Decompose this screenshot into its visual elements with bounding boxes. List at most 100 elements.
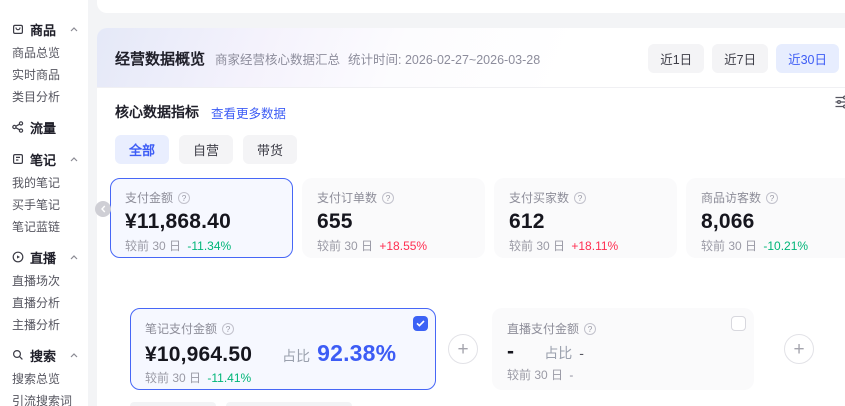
help-icon[interactable]: ? <box>766 192 778 204</box>
sidebar-group-notes-header[interactable]: 笔记 <box>0 146 88 172</box>
range-1d-button[interactable]: 近1日 <box>648 44 704 73</box>
legend-pill-note-payment-amount[interactable]: 笔记支付金额 ✕ <box>226 402 352 406</box>
notes-icon <box>11 152 25 166</box>
sidebar-item-realtime-goods[interactable]: 实时商品 <box>0 64 88 86</box>
scope-tabs: 全部 自营 带货 <box>97 122 845 164</box>
sidebar-item-buyer-notes[interactable]: 买手笔记 <box>0 194 88 216</box>
delta-label: 较前 30 日 <box>317 239 373 253</box>
sidebar-group-label: 流量 <box>30 118 56 137</box>
help-icon[interactable]: ? <box>584 323 596 335</box>
tab-affiliate[interactable]: 带货 <box>243 135 297 164</box>
metric-label: 商品访客数 <box>701 189 761 206</box>
delta-value: -10.21% <box>763 239 808 253</box>
sidebar-group-goods: 商品 商品总览 实时商品 类目分析 <box>0 16 88 108</box>
metric-value: 8,066 <box>701 210 845 234</box>
checkbox-unchecked[interactable] <box>731 316 746 331</box>
sidebar-group-search: 搜索 搜索总览 引流搜索词 <box>0 342 88 406</box>
add-metric-button[interactable]: + <box>784 334 814 364</box>
sidebar-group-goods-header[interactable]: 商品 <box>0 16 88 42</box>
breakdown-card-live-payment[interactable]: 直播支付金额 ? - 占比 - 较前 30 日 - <box>492 308 754 390</box>
sidebar-item-category-analysis[interactable]: 类目分析 <box>0 86 88 108</box>
sidebar-item-host-analysis[interactable]: 主播分析 <box>0 314 88 336</box>
range-7d-button[interactable]: 近7日 <box>712 44 768 73</box>
help-icon[interactable]: ? <box>382 192 394 204</box>
merchant-analytics-dashboard: { "sidebar": { "groups": [ { "label": "商… <box>0 0 845 406</box>
checkbox-checked[interactable] <box>413 316 428 331</box>
cards-scroll-prev-button[interactable] <box>95 201 111 217</box>
delta-value: -11.34% <box>187 239 231 253</box>
metric-value: 612 <box>509 210 662 234</box>
sidebar-item-search-overview[interactable]: 搜索总览 <box>0 368 88 390</box>
chevron-up-icon <box>70 157 78 162</box>
metric-card-payment-amount[interactable]: 支付金额 ? ¥11,868.40 较前 30 日 -11.34% <box>110 178 293 258</box>
sidebar-group-traffic-header[interactable]: 流量 <box>0 114 88 140</box>
sidebar-group-live-header[interactable]: 直播 <box>0 244 88 270</box>
share-value: - <box>579 345 584 361</box>
metric-cards-row: 支付金额 ? ¥11,868.40 较前 30 日 -11.34% 支付订单数 … <box>110 178 845 258</box>
sidebar-item-live-analysis[interactable]: 直播分析 <box>0 292 88 314</box>
delta-label: 较前 30 日 <box>145 371 201 385</box>
sidebar-item-my-notes[interactable]: 我的笔记 <box>0 172 88 194</box>
live-icon <box>11 250 25 264</box>
metric-label: 支付订单数 <box>317 189 377 206</box>
breakdown-value: - <box>507 340 514 364</box>
chart-legend: 支付金额 笔记支付金额 ✕ <box>130 402 845 406</box>
metric-list-settings-icon[interactable] <box>834 94 845 110</box>
breakdown-value: ¥10,964.50 <box>145 343 252 367</box>
view-more-link[interactable]: 查看更多数据 <box>211 103 286 122</box>
help-icon[interactable]: ? <box>574 192 586 204</box>
sidebar-group-notes: 笔记 我的笔记 买手笔记 笔记蓝链 <box>0 146 88 238</box>
help-icon[interactable]: ? <box>178 192 190 204</box>
tab-self-operated[interactable]: 自营 <box>179 135 233 164</box>
breakdown-card-note-payment[interactable]: 笔记支付金额 ? ¥10,964.50 占比 92.38% 较前 30 日 -1… <box>130 308 436 390</box>
sidebar-group-search-header[interactable]: 搜索 <box>0 342 88 368</box>
sidebar-group-traffic: 流量 <box>0 114 88 140</box>
page-title: 经营数据概览 <box>115 48 205 69</box>
add-metric-button[interactable]: + <box>448 334 478 364</box>
metric-label: 支付金额 <box>125 189 173 206</box>
chevron-up-icon <box>70 255 78 260</box>
share-value: 92.38% <box>317 340 396 367</box>
sidebar-item-search-keywords[interactable]: 引流搜索词 <box>0 390 88 406</box>
legend-pill-payment-amount[interactable]: 支付金额 <box>130 402 216 406</box>
metric-value: 655 <box>317 210 470 234</box>
share-label: 占比 <box>544 343 572 363</box>
help-icon[interactable]: ? <box>222 323 234 335</box>
sidebar-group-label: 商品 <box>30 20 56 39</box>
panel-header: 经营数据概览 商家经营核心数据汇总 统计时间: 2026-02-27~2026-… <box>97 28 845 88</box>
chevron-up-icon <box>70 27 78 32</box>
sidebar-group-label: 搜索 <box>30 346 56 365</box>
sidebar-group-label: 直播 <box>30 248 56 267</box>
previous-panel-edge <box>97 0 845 13</box>
metric-card-paid-orders[interactable]: 支付订单数 ? 655 较前 30 日 +18.55% <box>302 178 485 258</box>
sidebar-item-goods-overview[interactable]: 商品总览 <box>0 42 88 64</box>
date-range-switcher: 近1日 近7日 近30日 <box>648 44 839 73</box>
breakdown-cards-row: 笔记支付金额 ? ¥10,964.50 占比 92.38% 较前 30 日 -1… <box>130 308 845 390</box>
overview-panel: 经营数据概览 商家经营核心数据汇总 统计时间: 2026-02-27~2026-… <box>97 28 845 406</box>
traffic-icon <box>11 120 25 134</box>
stat-time-range: 统计时间: 2026-02-27~2026-03-28 <box>348 49 540 68</box>
sidebar-group-label: 笔记 <box>30 150 56 169</box>
sidebar-item-live-sessions[interactable]: 直播场次 <box>0 270 88 292</box>
delta-value: +18.55% <box>379 239 427 253</box>
delta-label: 较前 30 日 <box>509 239 565 253</box>
search-icon <box>11 348 25 362</box>
delta-label: 较前 30 日 <box>125 239 181 253</box>
metric-value: ¥11,868.40 <box>125 210 278 234</box>
range-30d-button[interactable]: 近30日 <box>776 44 839 73</box>
delta-label: 较前 30 日 <box>701 239 757 253</box>
share-label: 占比 <box>282 346 310 366</box>
goods-icon <box>11 22 25 36</box>
breakdown-label: 笔记支付金额 <box>145 320 217 337</box>
metric-label: 支付买家数 <box>509 189 569 206</box>
metric-card-product-visitors[interactable]: 商品访客数 ? 8,066 较前 30 日 -10.21% <box>686 178 845 258</box>
page-subtitle: 商家经营核心数据汇总 <box>215 49 340 68</box>
sidebar: 商品 商品总览 实时商品 类目分析 流量 笔记 我的笔记 买手笔记 <box>0 0 88 406</box>
delta-value: +18.11% <box>571 239 618 253</box>
chevron-up-icon <box>70 353 78 358</box>
sidebar-item-note-links[interactable]: 笔记蓝链 <box>0 216 88 238</box>
metric-card-paying-buyers[interactable]: 支付买家数 ? 612 较前 30 日 +18.11% <box>494 178 677 258</box>
delta-value: - <box>569 368 573 382</box>
tab-all[interactable]: 全部 <box>115 135 169 164</box>
sidebar-group-live: 直播 直播场次 直播分析 主播分析 <box>0 244 88 336</box>
